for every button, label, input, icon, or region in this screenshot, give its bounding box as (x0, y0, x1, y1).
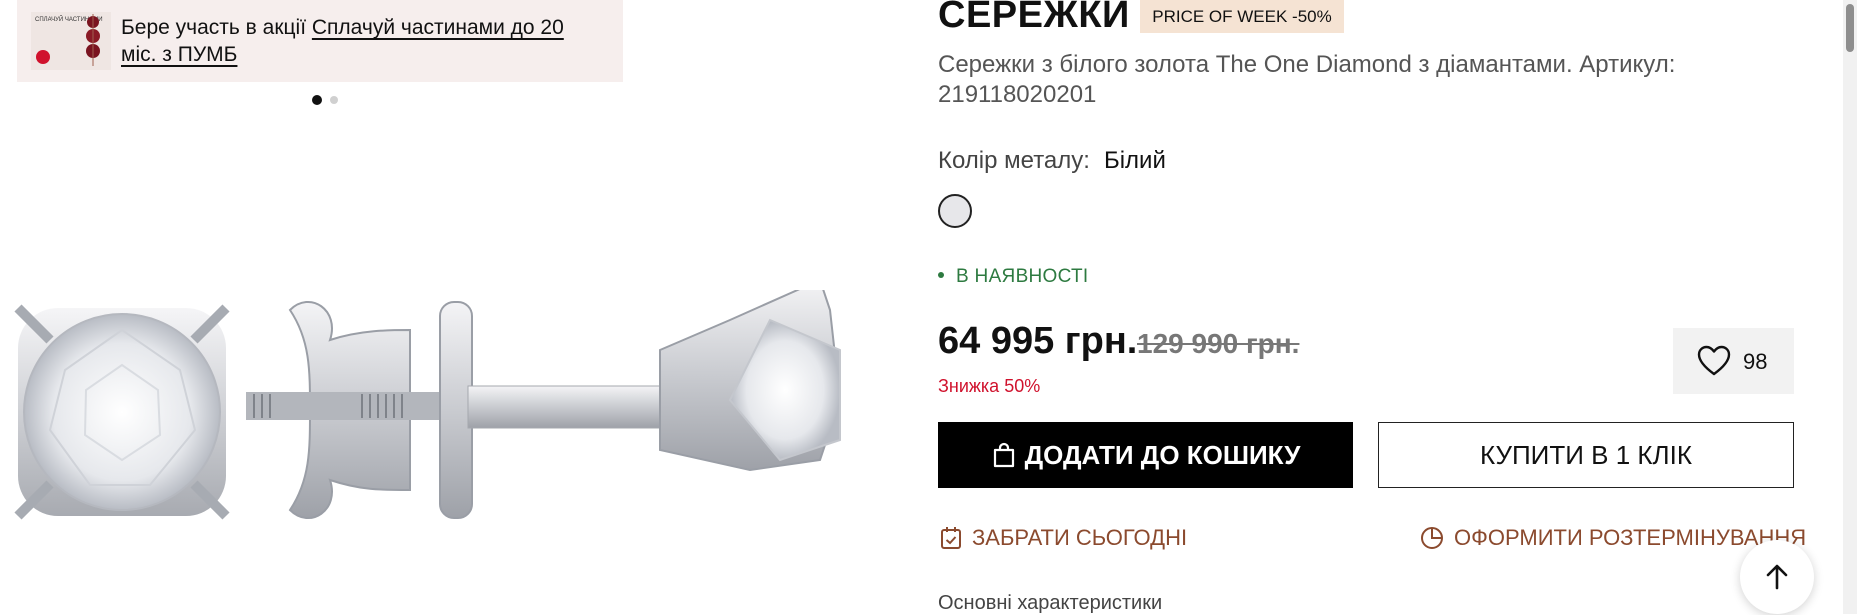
stock-status: В НАЯВНОСТІ (938, 266, 1089, 288)
promo-thumbnail: СПЛАЧУЙ ЧАСТИНАМИ (31, 12, 111, 70)
product-image[interactable] (10, 278, 850, 530)
current-price: 64 995 грн. (938, 320, 1138, 362)
pickup-today-link[interactable]: ЗАБРАТИ СЬОГОДНІ (940, 525, 1187, 551)
product-title: СЕРЕЖКИ (938, 0, 1130, 36)
pickup-today-label: ЗАБРАТИ СЬОГОДНІ (972, 525, 1188, 550)
pie-chart-icon (1421, 527, 1443, 549)
promo-lead-text: Бере участь в акції (121, 16, 312, 39)
price-of-week-badge: PRICE OF WEEK -50% (1140, 0, 1344, 33)
discount-label: Знижка 50% (938, 376, 1041, 396)
scroll-to-top-button[interactable] (1740, 540, 1814, 614)
earring-screw-back (246, 300, 669, 520)
page-scrollbar[interactable] (1843, 0, 1857, 614)
calendar-check-icon (941, 527, 961, 549)
product-description: Сережки з білого золота The One Diamond … (938, 51, 1676, 108)
gallery-dot-active[interactable] (312, 95, 322, 105)
arrow-up-icon (1766, 564, 1788, 590)
gallery-dot[interactable] (330, 96, 338, 104)
earring-front-view (14, 304, 230, 520)
buy-one-click-label: КУПИТИ В 1 КЛІК (1480, 439, 1692, 470)
buy-one-click-button[interactable]: КУПИТИ В 1 КЛІК (1378, 422, 1794, 488)
wishlist-button[interactable]: 98 (1673, 328, 1794, 394)
shopping-bag-icon (993, 442, 1014, 468)
old-price: 129 990 грн. (1137, 328, 1300, 359)
earring-side-view (659, 278, 842, 472)
metal-color-row: Колір металу: Білий (938, 147, 1166, 175)
promo-banner[interactable]: СПЛАЧУЙ ЧАСТИНАМИ Бере участь в акції Сп… (17, 0, 623, 82)
stock-status-text: В НАЯВНОСТІ (956, 266, 1089, 287)
stock-dot-icon (938, 271, 944, 278)
scrollbar-thumb[interactable] (1846, 4, 1854, 52)
metal-swatch-white[interactable] (938, 194, 972, 228)
heart-icon (1697, 345, 1731, 376)
promo-text: Бере участь в акції Сплачуй частинами до… (121, 14, 601, 68)
main-characteristics-heading[interactable]: Основні характеристики (938, 592, 1162, 615)
add-to-cart-button[interactable]: ДОДАТИ ДО КОШИКУ (938, 422, 1353, 488)
installment-link[interactable]: ОФОРМИТИ РОЗТЕРМІНУВАННЯ (1420, 525, 1806, 551)
metal-color-label: Колір металу: (938, 147, 1090, 174)
wishlist-count: 98 (1743, 349, 1768, 374)
add-to-cart-label: ДОДАТИ ДО КОШИКУ (1024, 439, 1301, 470)
metal-color-value: Білий (1103, 147, 1166, 174)
